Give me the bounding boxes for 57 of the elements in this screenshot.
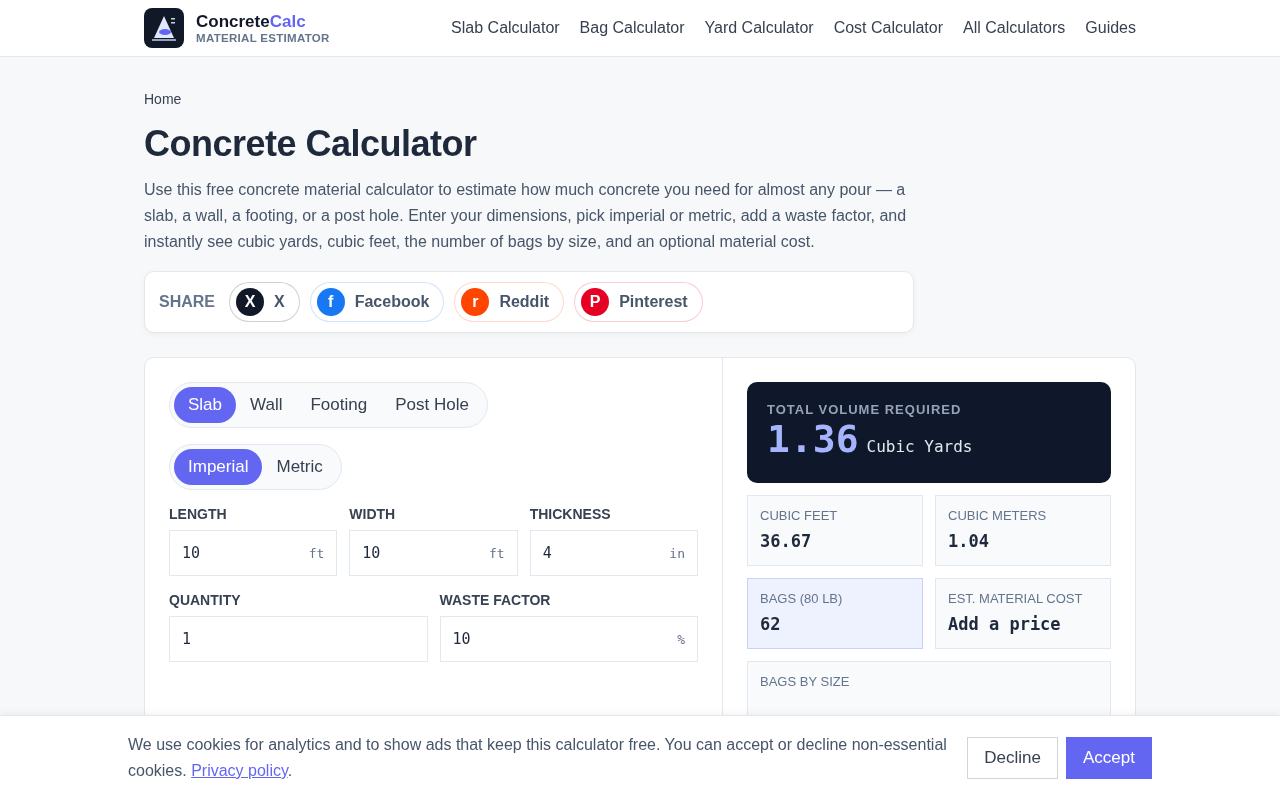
input-field[interactable]: 1 [169, 616, 428, 662]
input-field[interactable]: 4 in [529, 530, 698, 576]
breadcrumb-link[interactable]: Home [144, 91, 1136, 107]
stat-label: CUBIC METERS [948, 508, 1048, 523]
accept-button[interactable]: Accept [1066, 737, 1152, 779]
tab[interactable]: Post Hole [381, 387, 483, 423]
nav-link[interactable]: Slab Calculator [451, 19, 560, 37]
tab[interactable]: Slab [174, 387, 237, 423]
nav-link[interactable]: Cost Calculator [833, 19, 944, 37]
privacy-link[interactable]: Privacy policy [191, 762, 288, 779]
tab[interactable]: Footing [296, 387, 382, 423]
stat-value: 1.04 [948, 531, 990, 551]
share-button[interactable]: P Pinterest [574, 282, 703, 322]
input-field[interactable]: 10 ft [169, 530, 338, 576]
field-label: WASTE FACTOR [439, 592, 552, 608]
stat-value: Add a price [948, 614, 1062, 634]
intro-paragraph: Use this free concrete material calculator to estimate how much concrete you need for almost any pour — a slab, a wall, a footing, or a post hole. Enter your dimensions, pick imperial or metric, add a waste factor, and instantly see cubic yards, cubic feet, the number of bags by size, and an optional material cost. [144, 180, 908, 252]
nav-link[interactable]: Yard Calculator [704, 19, 814, 37]
field-label: LENGTH [169, 506, 228, 522]
unit-label: in [669, 545, 685, 561]
input-field[interactable]: 10 ft [349, 530, 518, 576]
share-glyph-icon: X [236, 288, 264, 316]
tab[interactable]: Metric [262, 449, 337, 485]
decline-button[interactable]: Decline [967, 737, 1058, 779]
stat-value: 62 [760, 614, 782, 634]
share-glyph-icon: r [461, 288, 490, 316]
share-button[interactable]: X X [229, 282, 300, 322]
unit-label: % [677, 631, 685, 647]
share-button[interactable]: f Facebook [309, 282, 445, 322]
nav-link[interactable]: All Calculators [963, 19, 1066, 37]
field-label: WIDTH [349, 506, 397, 522]
field-label: QUANTITY [169, 592, 242, 608]
cookie-text: We use cookies for analytics and to show ads that keep this calculator free. You can accept or decline non-essential cookies. Privacy policy. [128, 735, 948, 781]
page-title: Concrete Calculator [144, 123, 478, 165]
tab[interactable]: Imperial [174, 449, 263, 485]
nav-link[interactable]: Bag Calculator [579, 19, 685, 37]
share-label: SHARE [159, 293, 215, 311]
total-unit: Cubic Yards [866, 437, 973, 456]
unit-label: ft [489, 545, 505, 561]
nav-link[interactable]: Guides [1085, 19, 1136, 37]
logo-icon [144, 8, 184, 48]
stat-label: BAGS (80 LB) [760, 591, 844, 606]
bags-label: BAGS BY SIZE [760, 674, 851, 689]
stat-value: 36.67 [760, 531, 813, 551]
input-field[interactable]: 10 % [439, 616, 698, 662]
brand-tagline: MATERIAL ESTIMATOR [196, 32, 330, 44]
stat-label: EST. MATERIAL COST [948, 591, 1084, 606]
total-label: TOTAL VOLUME REQUIRED [767, 402, 963, 417]
share-glyph-icon: f [316, 288, 345, 316]
unit-label: ft [308, 545, 325, 561]
total-value: 1.36 [767, 417, 859, 461]
brand-name[interactable]: ConcreteCalc [196, 12, 330, 32]
stat-label: CUBIC FEET [760, 508, 839, 523]
field-label: THICKNESS [529, 506, 612, 522]
tab[interactable]: Wall [236, 387, 297, 423]
share-button[interactable]: r Reddit [454, 282, 565, 322]
share-glyph-icon: P [581, 288, 610, 316]
